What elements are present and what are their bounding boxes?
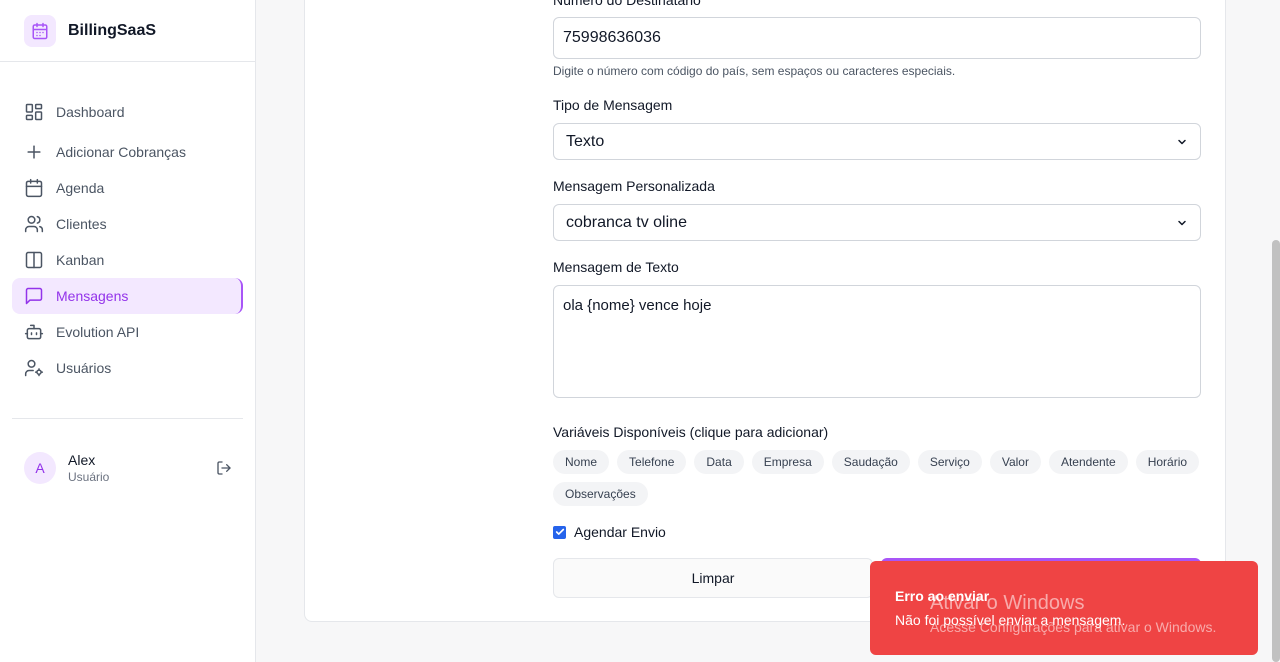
error-toast: Erro ao enviar Não foi possível enviar a… — [870, 561, 1258, 655]
sidebar-divider — [12, 418, 243, 419]
message-type-label: Tipo de Mensagem — [553, 97, 673, 113]
schedule-row: Agendar Envio — [553, 524, 666, 540]
text-message-textarea[interactable]: ola {nome} vence hoje — [553, 285, 1201, 398]
sidebar-item-usuarios[interactable]: Usuários — [12, 350, 243, 386]
sidebar-item-dashboard[interactable]: Dashboard — [12, 94, 243, 130]
recipient-input[interactable] — [553, 17, 1201, 59]
custom-message-select[interactable]: cobranca tv oline — [553, 204, 1201, 241]
scrollbar[interactable] — [1272, 240, 1280, 662]
recipient-label: Número do Destinatário — [553, 0, 701, 8]
variable-chip[interactable]: Serviço — [917, 450, 982, 474]
sidebar-nav: Dashboard Adicionar Cobranças Agenda Cli… — [12, 94, 243, 386]
sidebar-item-label: Clientes — [56, 216, 107, 232]
user-role: Usuário — [68, 470, 110, 484]
message-type-select[interactable]: Texto — [553, 123, 1201, 160]
variable-chip[interactable]: Saudação — [831, 450, 910, 474]
sidebar-item-label: Dashboard — [56, 104, 125, 120]
users-icon — [24, 215, 44, 233]
chevron-down-icon — [1178, 139, 1186, 144]
sidebar-item-label: Agenda — [56, 180, 105, 196]
variables-label: Variáveis Disponíveis (clique para adici… — [553, 424, 829, 440]
kanban-icon — [25, 251, 43, 269]
calendar-logo-icon — [24, 14, 56, 47]
message-type-value: Texto — [566, 132, 605, 150]
checkmark-icon — [555, 528, 564, 535]
custom-message-label: Mensagem Personalizada — [553, 178, 715, 194]
sidebar-item-evolution-api[interactable]: Evolution API — [12, 314, 243, 350]
sidebar-item-agenda[interactable]: Agenda — [12, 170, 243, 206]
sidebar-item-adicionar-cobrancas[interactable]: Adicionar Cobranças — [12, 134, 243, 170]
plus-icon — [27, 145, 41, 159]
sidebar-item-label: Mensagens — [56, 288, 129, 304]
variable-chip[interactable]: Telefone — [617, 450, 687, 474]
toast-description: Não foi possível enviar a mensagem. — [895, 612, 1126, 628]
variable-chip[interactable]: Valor — [989, 450, 1041, 474]
variable-chip[interactable]: Nome — [553, 450, 610, 474]
schedule-checkbox[interactable] — [553, 525, 566, 539]
variable-chip[interactable]: Data — [694, 450, 744, 474]
sidebar: BillingSaaS Dashboard Adicionar Cobrança… — [0, 0, 256, 662]
variable-chip[interactable]: Observações — [553, 482, 648, 506]
logout-button[interactable] — [214, 458, 234, 478]
sidebar-item-clientes[interactable]: Clientes — [12, 206, 243, 242]
sidebar-item-label: Adicionar Cobranças — [56, 144, 186, 160]
sidebar-item-label: Evolution API — [56, 324, 140, 340]
brand-name: BillingSaaS — [68, 21, 157, 39]
sidebar-item-mensagens[interactable]: Mensagens — [12, 278, 243, 314]
variable-chip[interactable]: Empresa — [751, 450, 824, 474]
dashboard-icon — [25, 103, 43, 121]
user-cog-icon — [24, 359, 44, 377]
chevron-down-icon — [1178, 220, 1186, 225]
logout-icon — [217, 461, 231, 475]
message-icon — [25, 287, 43, 305]
toast-title: Erro ao enviar — [895, 588, 990, 604]
sidebar-item-kanban[interactable]: Kanban — [12, 242, 243, 278]
custom-message-value: cobranca tv oline — [566, 213, 687, 231]
recipient-hint: Digite o número com código do país, sem … — [553, 64, 956, 78]
clear-button[interactable]: Limpar — [553, 558, 873, 598]
bot-icon — [24, 324, 44, 340]
user-name: Alex — [68, 452, 96, 468]
sidebar-item-label: Usuários — [56, 360, 112, 376]
avatar: A — [24, 452, 56, 484]
variables-list: Nome Telefone Data Empresa Saudação Serv… — [553, 450, 1213, 506]
variable-chip[interactable]: Horário — [1135, 450, 1200, 474]
calendar-icon — [25, 178, 43, 198]
text-message-label: Mensagem de Texto — [553, 259, 679, 275]
user-profile: A Alex Usuário — [24, 452, 234, 484]
variable-chip[interactable]: Atendente — [1048, 450, 1128, 474]
schedule-label: Agendar Envio — [574, 524, 666, 540]
sidebar-item-label: Kanban — [56, 252, 105, 268]
brand: BillingSaaS — [0, 0, 255, 62]
